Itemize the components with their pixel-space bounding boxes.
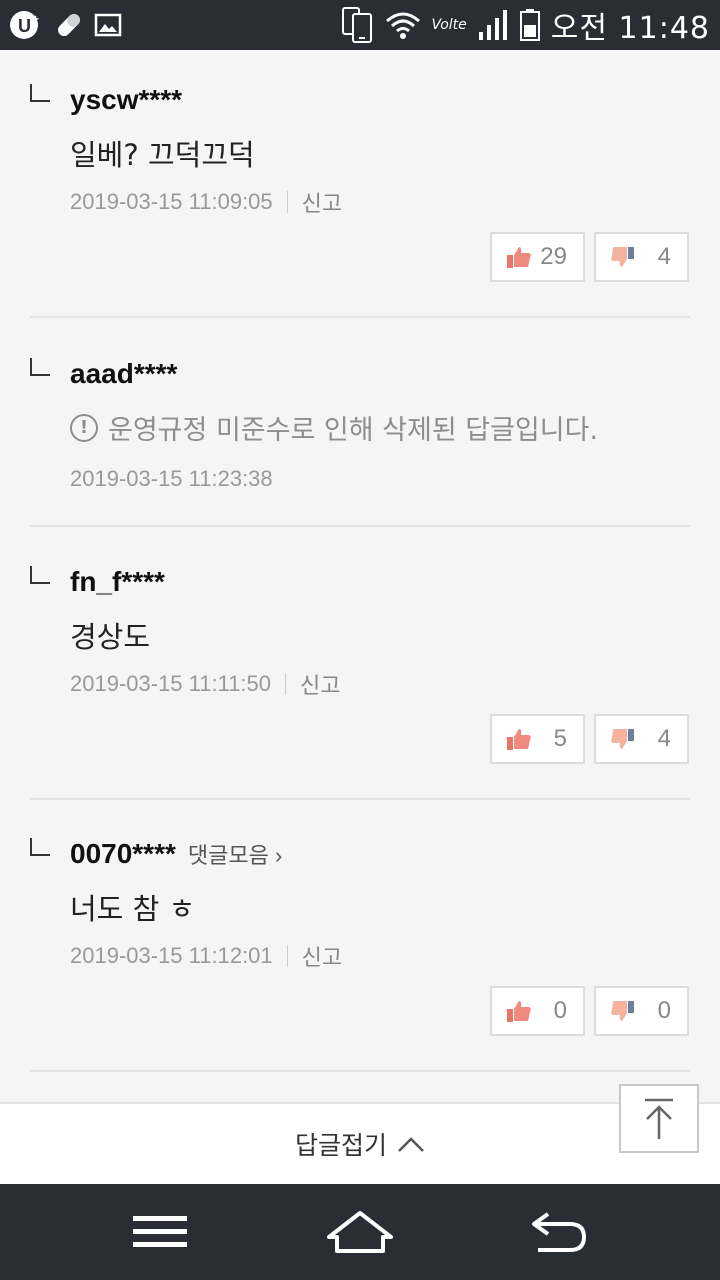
arrow-up-icon — [645, 1098, 673, 1139]
image-icon — [94, 13, 122, 37]
reply-meta: 2019-03-15 11:11:50 신고 — [70, 668, 341, 700]
reply-username[interactable]: fn_f**** — [70, 566, 165, 598]
like-button[interactable]: 0 — [490, 986, 585, 1036]
dislike-button[interactable]: 4 — [594, 232, 689, 282]
reply-username[interactable]: aaad**** — [70, 358, 177, 390]
reply-list: yscw**** 일베? 끄덕끄덕 2019-03-15 11:09:05 신고… — [0, 50, 720, 1102]
reply-item: aaad**** ! 운영규정 미준수로 인해 삭제된 답글입니다. 2019-… — [30, 354, 690, 504]
comment-collection-link[interactable]: 댓글모음 › — [188, 843, 282, 868]
menu-icon — [133, 1216, 187, 1247]
report-button[interactable]: 신고 — [302, 186, 342, 218]
divider — [30, 525, 690, 527]
meta-separator — [286, 191, 288, 213]
report-button[interactable]: 신고 — [300, 668, 340, 700]
reply-text: 일베? 끄덕끄덕 — [70, 138, 255, 172]
reply-indent-icon — [30, 358, 50, 376]
scroll-top-button[interactable] — [619, 1084, 699, 1153]
reply-datetime: 2019-03-15 11:09:05 — [70, 189, 273, 214]
like-button[interactable]: 29 — [490, 232, 585, 282]
wifi-icon — [386, 12, 421, 39]
reply-username: 0070**** 댓글모음 › — [70, 838, 282, 870]
signal-icon — [478, 10, 507, 40]
fold-replies-button[interactable]: 답글접기 — [0, 1102, 720, 1184]
reply-item: fn_f**** 경상도 2019-03-15 11:11:50 신고 5 4 — [30, 562, 690, 812]
reply-datetime: 2019-03-15 11:23:38 — [70, 466, 273, 491]
status-time: 오전 11:48 — [550, 11, 710, 46]
reply-meta: 2019-03-15 11:12:01 신고 — [70, 940, 342, 972]
reply-text: 경상도 — [70, 620, 151, 654]
dislike-count: 4 — [657, 243, 671, 270]
reply-meta: 2019-03-15 11:09:05 신고 — [70, 186, 342, 218]
phone-icon — [342, 7, 373, 43]
thumbs-down-icon — [611, 729, 634, 749]
reply-datetime: 2019-03-15 11:12:01 — [70, 943, 273, 968]
reply-indent-icon — [30, 84, 50, 102]
menu-button[interactable] — [120, 1202, 200, 1262]
back-icon — [532, 1212, 587, 1252]
thumbs-up-icon — [507, 729, 531, 750]
divider — [30, 798, 690, 800]
dislike-count: 4 — [657, 725, 671, 752]
dislike-button[interactable]: 4 — [594, 714, 689, 764]
volte-label: Volte — [431, 17, 467, 33]
fold-replies-label: 답글접기 — [294, 1131, 387, 1160]
status-bar: U + Volte 오전 11:48 — [0, 0, 720, 50]
like-count: 0 — [553, 997, 567, 1024]
reply-item: yscw**** 일베? 끄덕끄덕 2019-03-15 11:09:05 신고… — [30, 80, 690, 330]
report-button[interactable]: 신고 — [302, 940, 342, 972]
reply-indent-icon — [30, 566, 50, 584]
home-button[interactable] — [320, 1202, 400, 1262]
chevron-up-icon — [398, 1137, 424, 1152]
thumbs-down-icon — [611, 1001, 634, 1021]
meta-separator — [285, 673, 287, 695]
reply-indent-icon — [30, 838, 50, 856]
back-button[interactable] — [518, 1202, 598, 1262]
thumbs-down-icon — [611, 247, 634, 267]
reply-item: 0070**** 댓글모음 › 너도 참 ㅎ 2019-03-15 11:12:0… — [30, 834, 690, 1084]
divider — [30, 316, 690, 318]
reply-text: 너도 참 ㅎ — [70, 892, 196, 926]
battery-icon — [519, 9, 540, 41]
deleted-text: 운영규정 미준수로 인해 삭제된 답글입니다. — [108, 415, 599, 446]
reply-datetime: 2019-03-15 11:11:50 — [70, 671, 272, 696]
like-count: 5 — [553, 725, 567, 752]
thumbs-up-icon — [507, 1001, 531, 1022]
exclamation-icon: ! — [70, 413, 98, 442]
u-plus-icon: U + — [10, 11, 39, 39]
home-icon — [327, 1211, 393, 1253]
divider — [30, 1070, 690, 1072]
deleted-notice: ! 운영규정 미준수로 인해 삭제된 답글입니다. — [70, 408, 598, 447]
reply-username[interactable]: yscw**** — [70, 84, 182, 116]
svg-text:+: + — [32, 12, 39, 26]
navigation-bar — [0, 1184, 720, 1280]
like-button[interactable]: 5 — [490, 714, 585, 764]
reply-username-text[interactable]: 0070**** — [70, 838, 176, 869]
like-count: 29 — [540, 243, 567, 270]
pill-icon — [58, 14, 80, 36]
thumbs-up-icon — [507, 247, 531, 268]
meta-separator — [286, 945, 288, 967]
svg-text:U: U — [18, 16, 31, 36]
reply-meta: 2019-03-15 11:23:38 — [70, 466, 273, 492]
dislike-count: 0 — [657, 997, 671, 1024]
dislike-button[interactable]: 0 — [594, 986, 689, 1036]
